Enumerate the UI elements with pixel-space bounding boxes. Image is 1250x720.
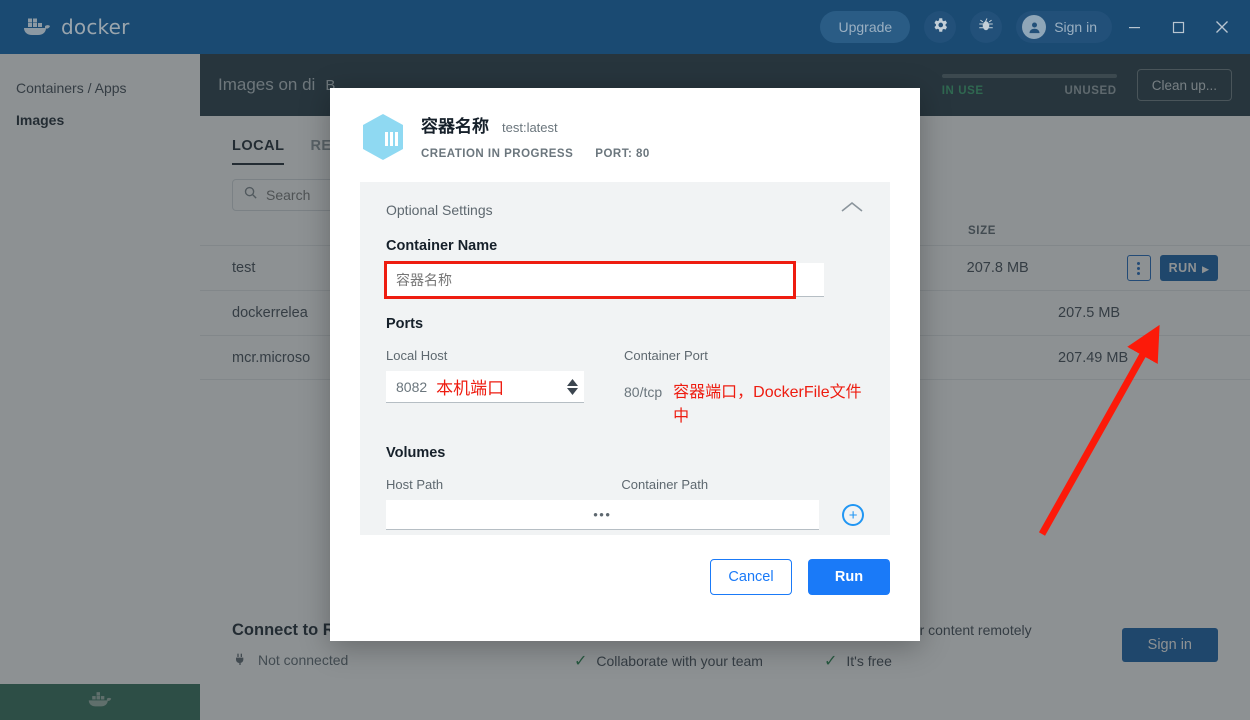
docker-desktop-window: docker Upgrade Sign in Search 容器名称 test:… [0, 0, 1250, 720]
dialog-header-text: 容器名称 test:latest CREATION IN PROGRESS PO… [421, 112, 650, 160]
report-bug-button[interactable] [970, 11, 1003, 43]
container-path-input[interactable] [621, 500, 820, 530]
dialog-header: 容器名称 test:latest CREATION IN PROGRESS PO… [330, 88, 920, 182]
chevron-up-icon[interactable] [840, 200, 864, 219]
cancel-button[interactable]: Cancel [710, 559, 792, 595]
plus-circle-icon[interactable]: + [842, 504, 864, 526]
local-host-column: Local Host 8082 本机端口 [386, 334, 624, 426]
creation-state-label: CREATION IN PROGRESS [421, 148, 574, 160]
stepper-arrows-icon[interactable] [567, 378, 578, 395]
port-summary-label: PORT: 80 [595, 148, 650, 160]
run-container-dialog: 容器名称 test:latest CREATION IN PROGRESS PO… [330, 88, 920, 641]
ports-row: Local Host 8082 本机端口 Container Port 80/t… [386, 334, 864, 426]
docker-whale-logo-icon [22, 16, 52, 38]
optional-settings-label: Optional Settings [386, 201, 493, 218]
gear-icon [931, 16, 949, 39]
host-path-input[interactable]: ••• [386, 500, 622, 530]
window-minimize-button[interactable] [1112, 0, 1156, 54]
settings-button[interactable] [924, 11, 957, 43]
volumes-section-label: Volumes [386, 445, 446, 461]
host-path-label: Host Path [386, 477, 444, 492]
container-port-column: Container Port 80/tcp 容器端口，DockerFile文件中 [624, 334, 864, 426]
titlebar-actions: Upgrade Sign in [820, 0, 1250, 54]
user-avatar-icon [1022, 15, 1047, 39]
window-close-button[interactable] [1200, 0, 1244, 54]
ports-section-label: Ports [386, 316, 424, 332]
optional-settings-header[interactable]: Optional Settings [386, 200, 864, 219]
window-maximize-button[interactable] [1156, 0, 1200, 54]
brand-name: docker [61, 15, 130, 39]
local-host-value: 8082 [396, 378, 428, 395]
volumes-row: Host Path ••• Container Path + [386, 463, 864, 530]
signin-button[interactable]: Sign in [1016, 11, 1112, 43]
container-path-column: Container Path [621, 463, 820, 530]
bug-icon [977, 16, 995, 39]
container-name-input[interactable] [386, 263, 824, 297]
dialog-footer: Cancel Run [330, 535, 920, 595]
container-port-annotation: 容器端口，DockerFile文件中 [673, 384, 862, 425]
run-button[interactable]: Run [808, 559, 890, 595]
container-name-field-wrapper [384, 261, 864, 299]
container-name-label: Container Name [386, 238, 498, 254]
signin-label: Sign in [1054, 19, 1097, 35]
container-cube-icon [360, 112, 406, 162]
container-port-label: Container Port [624, 348, 708, 363]
docker-brand: docker [22, 15, 130, 39]
browse-ellipsis-icon[interactable]: ••• [593, 507, 611, 522]
local-host-label: Local Host [386, 348, 448, 363]
container-port-value: 80/tcp [624, 384, 663, 400]
host-path-column: Host Path ••• [386, 463, 622, 530]
container-path-label: Container Path [621, 477, 709, 492]
title-bar: docker Upgrade Sign in [0, 0, 1250, 54]
optional-settings-panel: Optional Settings Container Name Ports L… [360, 182, 890, 535]
image-tag: test:latest [502, 120, 558, 135]
upgrade-button[interactable]: Upgrade [820, 11, 911, 43]
local-host-stepper[interactable]: 8082 本机端口 [386, 371, 584, 403]
dialog-title: 容器名称 [421, 117, 489, 136]
container-port-row: 80/tcp 容器端口，DockerFile文件中 [624, 378, 864, 426]
local-host-annotation: 本机端口 [436, 379, 505, 398]
